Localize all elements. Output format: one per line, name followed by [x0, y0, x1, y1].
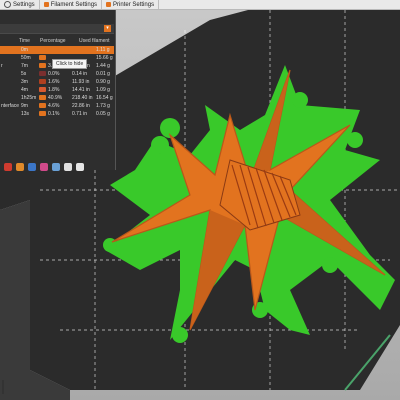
printer-icon — [106, 2, 112, 7]
palette-icon[interactable] — [16, 163, 24, 171]
feature-color-swatch — [39, 63, 46, 68]
feature-time: 0m — [21, 47, 28, 53]
feature-time: 1h25m — [21, 95, 37, 101]
feature-time: 3m — [21, 79, 28, 85]
tab-label: Filament Settings — [50, 1, 98, 8]
feature-weight: 0.90 g — [96, 79, 110, 85]
feature-percentage: 1.8% — [48, 87, 60, 93]
feature-time: 9m — [21, 103, 28, 109]
feature-weight: 0.05 g — [96, 111, 110, 117]
feature-weight: 0.01 g — [96, 71, 110, 77]
feature-length: 218.40 in — [72, 95, 93, 101]
feature-weight: 1.73 g — [96, 103, 110, 109]
feature-row[interactable]: 5s 0.0% 0.14 in 0.01 g — [0, 70, 114, 78]
feature-name: r — [1, 63, 3, 69]
chevron-down-icon[interactable]: ▾ — [104, 25, 111, 32]
feature-color-swatch — [39, 111, 46, 116]
download-icon[interactable] — [76, 163, 84, 171]
scrollbar[interactable] — [2, 380, 4, 394]
column-used-filament-header: Used filament — [79, 38, 110, 44]
feature-length: 14.41 in — [72, 87, 90, 93]
tab-label: Settings — [13, 1, 35, 8]
feature-length: 22.86 in — [72, 103, 90, 109]
gear-icon — [4, 1, 11, 8]
feature-color-swatch — [39, 71, 46, 76]
feature-row[interactable]: 13s 0.1% 0.71 in 0.05 g — [0, 110, 114, 118]
filament-icon — [43, 2, 49, 7]
layers-icon[interactable] — [4, 163, 12, 171]
feature-time: 5s — [21, 71, 27, 77]
feature-time: 13s — [21, 111, 30, 117]
feature-weight: 1.09 g — [96, 87, 110, 93]
feature-row[interactable]: 0m 1.11 g — [0, 46, 114, 54]
view-type-dropdown[interactable]: ▾ — [0, 24, 114, 34]
feature-color-swatch — [39, 103, 46, 108]
object-icon[interactable] — [40, 163, 48, 171]
feature-length: 0.71 in — [72, 111, 88, 117]
feature-name: nterface — [1, 103, 20, 109]
feature-time: 50m — [21, 55, 31, 61]
feature-color-swatch — [39, 87, 46, 92]
tab-settings[interactable]: Settings — [0, 0, 40, 9]
feature-weight: 16.54 g — [96, 95, 113, 101]
feature-length: 0.14 in — [72, 71, 88, 77]
tab-label: Printer Settings — [113, 1, 155, 8]
feature-color-swatch — [39, 47, 46, 52]
cube-outline-icon[interactable] — [64, 163, 72, 171]
feature-percentage: 0.0% — [48, 71, 60, 77]
feature-percentage: 4.6% — [48, 103, 60, 109]
feature-row[interactable]: 4m 1.8% 14.41 in 1.09 g — [0, 86, 114, 94]
tab-filament-settings[interactable]: Filament Settings — [40, 0, 103, 9]
cube-icon[interactable] — [52, 163, 60, 171]
slice-info-panel: ▾ Time Percentage Used filament 0m 1.11 g… — [0, 10, 116, 171]
tab-printer-settings[interactable]: Printer Settings — [102, 0, 160, 9]
view-toolbar — [0, 160, 84, 174]
column-percentage-header: Percentage — [40, 38, 66, 44]
feature-row[interactable]: 1h25m 40.9% 218.40 in 16.54 g — [0, 94, 114, 102]
feature-color-swatch — [39, 79, 46, 84]
feature-weight: 1.44 g — [96, 63, 110, 69]
feature-percentage: 0.1% — [48, 111, 60, 117]
feature-row[interactable]: nterface 9m 4.6% 22.86 in 1.73 g — [0, 102, 114, 110]
feature-time: 7m — [21, 63, 28, 69]
color-wheel-icon[interactable] — [28, 163, 36, 171]
tooltip: Click to hide — [52, 59, 88, 69]
feature-weight: 1.11 g — [96, 47, 110, 53]
feature-weight: 15.66 g — [96, 55, 113, 61]
feature-length: 11.93 in — [72, 79, 90, 85]
column-time-header: Time — [19, 38, 30, 44]
feature-color-swatch — [39, 95, 46, 100]
feature-color-swatch — [39, 55, 46, 60]
tab-bar: Settings Filament Settings Printer Setting… — [0, 0, 400, 10]
feature-percentage: 40.9% — [48, 95, 63, 101]
feature-percentage: 1.6% — [48, 79, 60, 85]
feature-row[interactable]: 3m 1.6% 11.93 in 0.90 g — [0, 78, 114, 86]
feature-time: 4m — [21, 87, 28, 93]
